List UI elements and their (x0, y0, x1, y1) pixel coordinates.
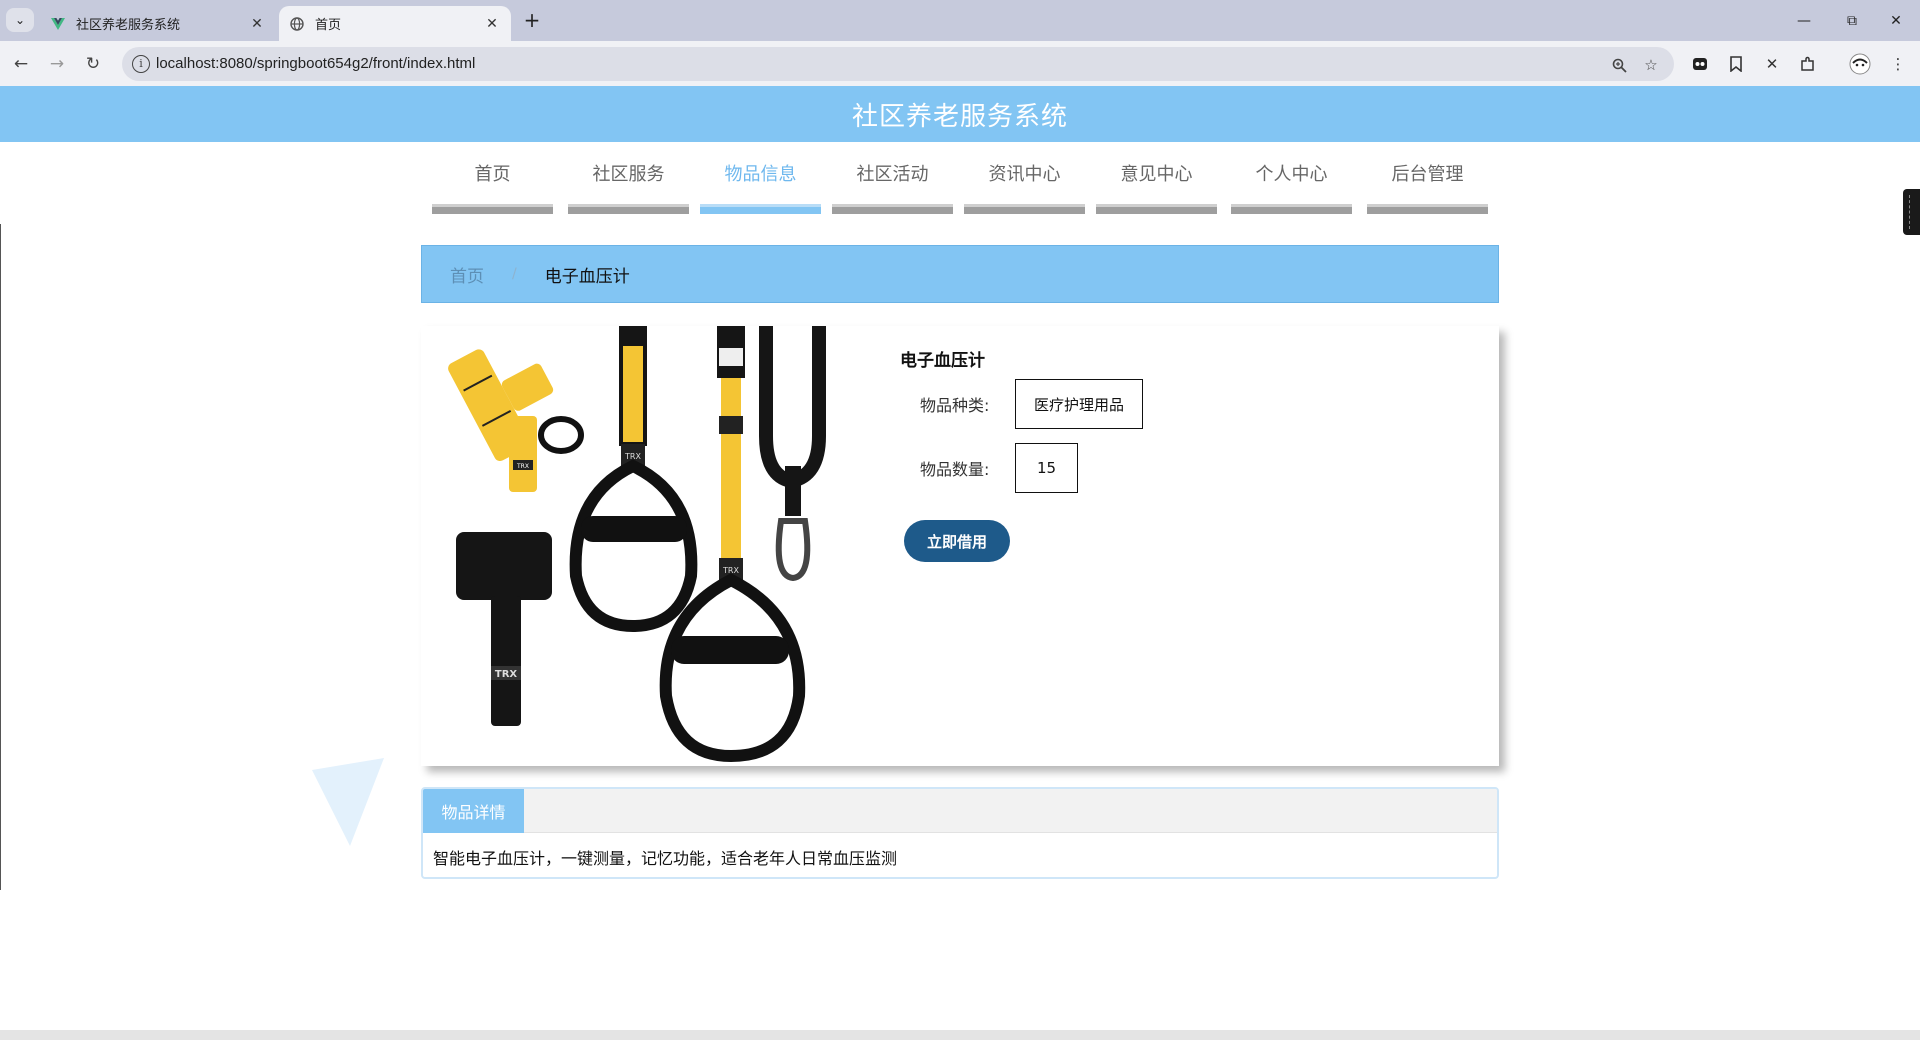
tab-title: 社区养老服务系统 (76, 18, 181, 33)
breadcrumb: 首页 / 电子血压计 (421, 245, 1499, 303)
close-extension-icon[interactable]: ✕ (1760, 52, 1784, 76)
nav-item-bar (1096, 204, 1217, 214)
nav-item-personal-center[interactable]: 个人中心 (1231, 162, 1352, 214)
nav-item-bar (1367, 204, 1488, 214)
nav-item-label: 社区服务 (592, 164, 665, 185)
nav-item-bar (832, 204, 953, 214)
browser-tab-inactive[interactable]: 社区养老服务系统 ✕ (40, 6, 276, 41)
nav-item-admin[interactable]: 后台管理 (1367, 162, 1488, 214)
nav-item-bar (1231, 204, 1352, 214)
minimize-icon[interactable]: — (1780, 0, 1828, 41)
tab-search-button[interactable]: ⌄ (6, 8, 34, 32)
image-text-label: TRX (516, 463, 529, 470)
chevron-down-icon: ⌄ (14, 13, 26, 27)
site-info-icon[interactable]: i (132, 55, 150, 73)
quantity-label: 物品数量: (920, 460, 990, 479)
nav-item-label: 物品信息 (724, 164, 797, 185)
forward-icon[interactable]: → (44, 51, 70, 77)
nav-item-community-service[interactable]: 社区服务 (568, 162, 689, 214)
globe-icon (289, 16, 305, 32)
star-icon[interactable]: ☆ (1640, 54, 1662, 76)
detail-tabs-header: 物品详情 (423, 789, 1497, 833)
nav-item-bar (964, 204, 1085, 214)
back-icon[interactable]: ← (8, 51, 34, 77)
close-tab-icon[interactable]: ✕ (248, 16, 266, 32)
image-text-label: TRX (495, 669, 518, 680)
site-header: 社区养老服务系统 (0, 86, 1920, 142)
nav-item-label: 首页 (474, 164, 511, 185)
nav-item-home[interactable]: 首页 (432, 162, 553, 214)
nav-item-label: 资讯中心 (988, 164, 1061, 185)
tab-title: 首页 (315, 18, 342, 33)
puzzle-icon[interactable] (1796, 52, 1820, 76)
main-nav: 首页 社区服务 物品信息 社区活动 资讯中心 意见中心 个人中心 后台管理 (432, 162, 1488, 214)
profile-avatar-icon[interactable] (1848, 52, 1872, 76)
address-bar[interactable]: i localhost:8080/springboot654g2/front/i… (122, 47, 1674, 81)
nav-item-community-activity[interactable]: 社区活动 (832, 162, 953, 214)
nav-item-label: 后台管理 (1391, 164, 1464, 185)
product-name: 电子血压计 (900, 351, 985, 371)
browser-tab-active[interactable]: 首页 ✕ (279, 6, 511, 41)
vue-icon (50, 16, 66, 32)
borrow-now-button[interactable]: 立即借用 (904, 520, 1010, 562)
nav-item-bar (700, 204, 821, 214)
close-window-icon[interactable]: ✕ (1872, 0, 1920, 41)
nav-item-goods-info[interactable]: 物品信息 (700, 162, 821, 214)
goods-detail-text: 智能电子血压计，一键测量，记忆功能，适合老年人日常血压监测 (433, 849, 898, 868)
category-value: 医疗护理用品 (1015, 379, 1144, 429)
restore-icon[interactable]: ⧉ (1828, 0, 1876, 41)
nav-item-label: 个人中心 (1255, 164, 1328, 185)
horizontal-scrollbar[interactable] (0, 1030, 1920, 1040)
url-text[interactable]: localhost:8080/springboot654g2/front/ind… (156, 55, 475, 72)
decorative-triangle (312, 758, 384, 846)
extension-badge-icon[interactable] (1688, 52, 1712, 76)
close-tab-icon[interactable]: ✕ (483, 16, 501, 32)
reload-icon[interactable]: ↻ (80, 51, 106, 77)
detail-tabs-panel: 物品详情 智能电子血压计，一键测量，记忆功能，适合老年人日常血压监测 (421, 787, 1499, 879)
nav-item-bar (568, 204, 689, 214)
quantity-value: 15 (1015, 443, 1078, 493)
product-image: TRX TRX TRX TRX (421, 326, 857, 766)
nav-item-feedback-center[interactable]: 意见中心 (1096, 162, 1217, 214)
breadcrumb-separator: / (512, 266, 517, 282)
page: 社区养老服务系统 首页 社区服务 物品信息 社区活动 资讯中心 意见中心 个人中… (0, 86, 1920, 1040)
kebab-menu-icon[interactable]: ⋮ (1886, 52, 1910, 76)
product-detail-card: TRX TRX TRX TRX 电子血压计 物品种类: 医疗护理用品 物品数量:… (421, 326, 1499, 766)
nav-item-bar (432, 204, 553, 214)
page-edge-line (0, 224, 1, 890)
category-label: 物品种类: (920, 396, 990, 415)
breadcrumb-current: 电子血压计 (544, 266, 630, 287)
breadcrumb-home-link[interactable]: 首页 (450, 262, 484, 287)
new-tab-icon[interactable]: + (520, 9, 544, 33)
nav-item-news-center[interactable]: 资讯中心 (964, 162, 1085, 214)
nav-item-label: 社区活动 (856, 164, 929, 185)
side-widget-handle[interactable] (1903, 189, 1920, 235)
browser-tabstrip: ⌄ 社区养老服务系统 ✕ 首页 ✕ + — ⧉ ✕ (0, 0, 1920, 41)
bookmark-icon[interactable] (1724, 52, 1748, 76)
zoom-icon[interactable] (1608, 54, 1630, 76)
tab-goods-detail[interactable]: 物品详情 (423, 789, 524, 833)
browser-toolbar: ← → ↻ i localhost:8080/springboot654g2/f… (0, 41, 1920, 86)
site-title: 社区养老服务系统 (851, 101, 1068, 132)
nav-item-label: 意见中心 (1120, 164, 1193, 185)
